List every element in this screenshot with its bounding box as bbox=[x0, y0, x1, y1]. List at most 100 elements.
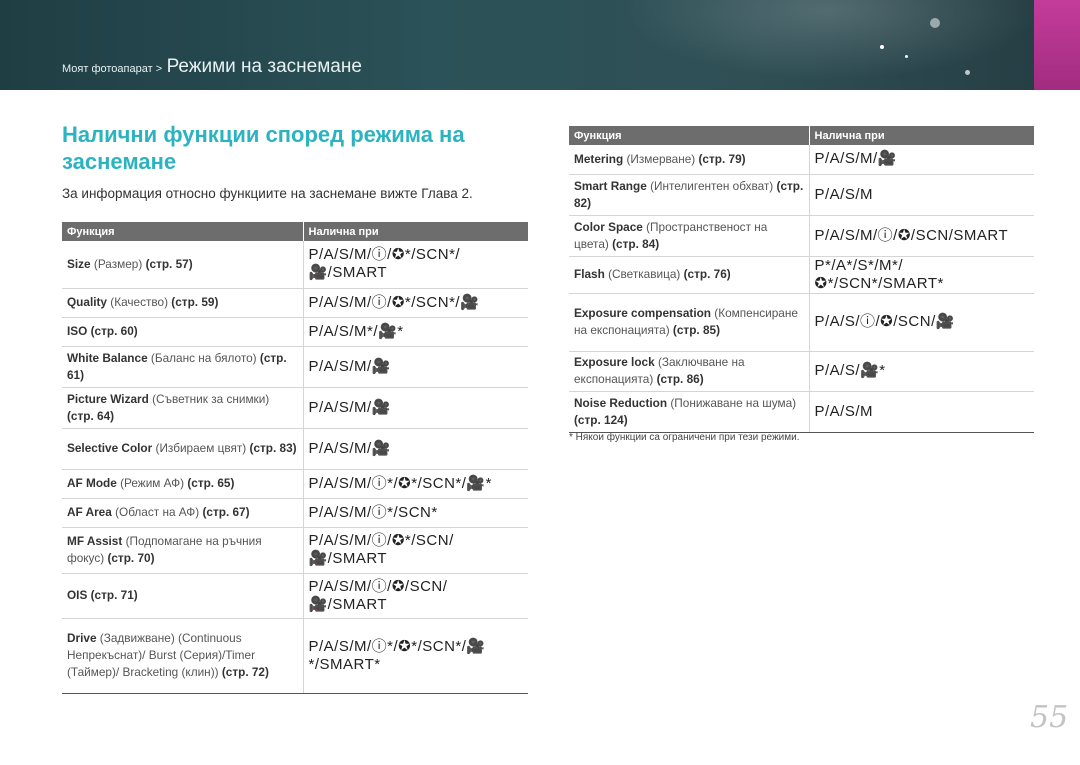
function-name: Noise Reduction bbox=[574, 395, 668, 410]
function-description: (Област на АФ) bbox=[115, 505, 200, 519]
available-modes: P/A/S/M/ⓘ/✪/SCN/🎥/SMART bbox=[302, 573, 528, 619]
table-row: ISO (стр. 60) P/A/S/M*/🎥* bbox=[62, 317, 528, 347]
table-row: Selective Color (Избираем цвят) (стр. 83… bbox=[62, 428, 528, 470]
function-name: White Balance bbox=[67, 350, 148, 365]
function-cell: MF Assist (Подпомагане на ръчния фокус) … bbox=[62, 527, 303, 574]
available-modes: P/A/S/M/ⓘ*/SCN* bbox=[302, 498, 528, 528]
page-reference: (стр. 67) bbox=[202, 505, 250, 519]
table-row: Metering (Измерване) (стр. 79) P/A/S/M/🎥 bbox=[569, 145, 1034, 175]
page-reference: (стр. 124) bbox=[574, 412, 628, 427]
intro-text: За информация относно функциите на засне… bbox=[62, 186, 473, 201]
table-row: Exposure lock (Заключване на експонацият… bbox=[569, 351, 1034, 392]
function-name: Exposure lock bbox=[574, 355, 655, 369]
table-row: AF Mode (Режим АФ) (стр. 65) P/A/S/M/ⓘ*/✪… bbox=[62, 469, 528, 499]
table-row: Color Space (Пространственост на цвета) … bbox=[569, 215, 1034, 257]
function-name: Size bbox=[67, 256, 91, 271]
function-name: Quality bbox=[67, 295, 107, 309]
function-description: (Измерване) bbox=[626, 151, 696, 166]
function-cell: Smart Range (Интелигентен обхват) (стр. … bbox=[569, 174, 809, 216]
page-reference: (стр. 64) bbox=[67, 408, 115, 423]
available-modes: P/A/S/M/ⓘ/✪/SCN/SMART bbox=[808, 215, 1034, 257]
page-reference: (стр. 70) bbox=[107, 551, 155, 565]
column-header-available: Налична при bbox=[808, 126, 1034, 145]
function-description: (Режим АФ) bbox=[120, 476, 185, 490]
page-reference: (стр. 57) bbox=[145, 256, 193, 271]
function-description: (Баланс на бялото) bbox=[150, 350, 257, 365]
function-description: (Съветник за снимки) bbox=[152, 391, 270, 406]
function-name: Smart Range bbox=[574, 178, 647, 193]
breadcrumb: Моят фотоапарат > Режими на заснемане bbox=[62, 56, 362, 78]
right-function-table: Функция Налична при Metering (Измерване)… bbox=[569, 126, 1034, 433]
available-modes: P/A/S/M/🎥 bbox=[302, 346, 528, 388]
function-name: Exposure compensation bbox=[574, 306, 712, 320]
function-cell: Metering (Измерване) (стр. 79) bbox=[569, 145, 809, 175]
available-modes: P/A/S/M/ⓘ/✪*/SCN*/🎥/SMART bbox=[302, 241, 528, 289]
chapter-tab bbox=[1034, 0, 1080, 90]
column-header-function: Функция bbox=[569, 126, 809, 145]
function-name: OIS bbox=[67, 588, 88, 602]
table-row: Smart Range (Интелигентен обхват) (стр. … bbox=[569, 174, 1034, 216]
function-cell: Exposure lock (Заключване на експонацият… bbox=[569, 351, 809, 392]
page-reference: (стр. 76) bbox=[683, 267, 731, 281]
table-row: Noise Reduction (Понижаване на шума) (ст… bbox=[569, 391, 1034, 433]
function-description: (Размер) bbox=[93, 256, 143, 271]
function-cell: Selective Color (Избираем цвят) (стр. 83… bbox=[62, 428, 303, 470]
page-reference: (стр. 71) bbox=[90, 588, 138, 602]
function-cell: Noise Reduction (Понижаване на шума) (ст… bbox=[569, 391, 809, 433]
function-cell: Exposure compensation (Компенсиране на е… bbox=[569, 293, 809, 352]
page-reference: (стр. 86) bbox=[656, 372, 704, 386]
function-cell: Flash (Светкавица) (стр. 76) bbox=[569, 256, 809, 294]
function-name: MF Assist bbox=[67, 534, 123, 548]
function-name: Picture Wizard bbox=[67, 391, 149, 406]
table-row: Size (Размер) (стр. 57) P/A/S/M/ⓘ/✪*/SCN*… bbox=[62, 241, 528, 289]
function-name: AF Area bbox=[67, 505, 112, 519]
function-description: (Понижаване на шума) bbox=[670, 395, 797, 410]
function-cell: Drive (Задвижване) (Continuous Непрекъсн… bbox=[62, 618, 303, 694]
function-cell: Picture Wizard (Съветник за снимки) (стр… bbox=[62, 387, 303, 429]
page-title: Налични функции според режима на заснема… bbox=[62, 122, 465, 174]
function-name: AF Mode bbox=[67, 476, 117, 490]
breadcrumb-parent: Моят фотоапарат > bbox=[62, 63, 163, 75]
breadcrumb-current: Режими на заснемане bbox=[166, 56, 362, 77]
available-modes: P/A/S/M/🎥 bbox=[302, 387, 528, 429]
page-reference: (стр. 72) bbox=[221, 665, 269, 679]
function-cell: Quality (Качество) (стр. 59) bbox=[62, 288, 303, 318]
table-row: Flash (Светкавица) (стр. 76) P*/A*/S*/M*/… bbox=[569, 256, 1034, 294]
function-cell: White Balance (Баланс на бялото) (стр. 6… bbox=[62, 346, 303, 388]
page-reference: (стр. 85) bbox=[672, 323, 720, 337]
available-modes: P/A/S/🎥* bbox=[808, 351, 1034, 392]
column-header-available: Налична при bbox=[302, 222, 528, 241]
table-row: White Balance (Баланс на бялото) (стр. 6… bbox=[62, 346, 528, 388]
table-row: Exposure compensation (Компенсиране на е… bbox=[569, 293, 1034, 352]
function-cell: Size (Размер) (стр. 57) bbox=[62, 241, 303, 289]
table-row: Picture Wizard (Съветник за снимки) (стр… bbox=[62, 387, 528, 429]
function-name: Drive bbox=[67, 631, 97, 645]
page-reference: (стр. 65) bbox=[187, 476, 235, 490]
available-modes: P/A/S/M bbox=[808, 391, 1034, 433]
available-modes: P*/A*/S*/M*/✪*/SCN*/SMART* bbox=[808, 256, 1034, 294]
table-row: Drive (Задвижване) (Continuous Непрекъсн… bbox=[62, 618, 528, 694]
function-cell: Color Space (Пространственост на цвета) … bbox=[569, 215, 809, 257]
function-name: Color Space bbox=[574, 219, 643, 234]
function-description: (Интелигентен обхват) bbox=[650, 178, 774, 193]
footnote: * Някои функции са ограничени при тези р… bbox=[569, 432, 800, 443]
function-name: ISO bbox=[67, 324, 88, 338]
function-cell: AF Area (Област на АФ) (стр. 67) bbox=[62, 498, 303, 528]
table-row: OIS (стр. 71) P/A/S/M/ⓘ/✪/SCN/🎥/SMART bbox=[62, 573, 528, 619]
function-cell: ISO (стр. 60) bbox=[62, 317, 303, 347]
available-modes: P/A/S/M bbox=[808, 174, 1034, 216]
function-cell: OIS (стр. 71) bbox=[62, 573, 303, 619]
available-modes: P/A/S/M/ⓘ/✪*/SCN*/🎥 bbox=[302, 288, 528, 318]
table-row: MF Assist (Подпомагане на ръчния фокус) … bbox=[62, 527, 528, 574]
page-number: 55 bbox=[1030, 700, 1069, 735]
function-cell: AF Mode (Режим АФ) (стр. 65) bbox=[62, 469, 303, 499]
available-modes: P/A/S/M/ⓘ*/✪*/SCN*/🎥* bbox=[302, 469, 528, 499]
available-modes: P/A/S/M/ⓘ*/✪*/SCN*/🎥*/SMART* bbox=[302, 618, 528, 694]
page-reference: (стр. 79) bbox=[698, 151, 746, 166]
function-name: Selective Color bbox=[67, 441, 153, 455]
function-description: (Избираем цвят) bbox=[155, 441, 247, 455]
page-reference: (стр. 83) bbox=[249, 441, 297, 455]
function-name: Metering bbox=[574, 151, 624, 166]
function-description: (Качество) bbox=[110, 295, 169, 309]
left-function-table: Функция Налична при Size (Размер) (стр. … bbox=[62, 222, 528, 694]
